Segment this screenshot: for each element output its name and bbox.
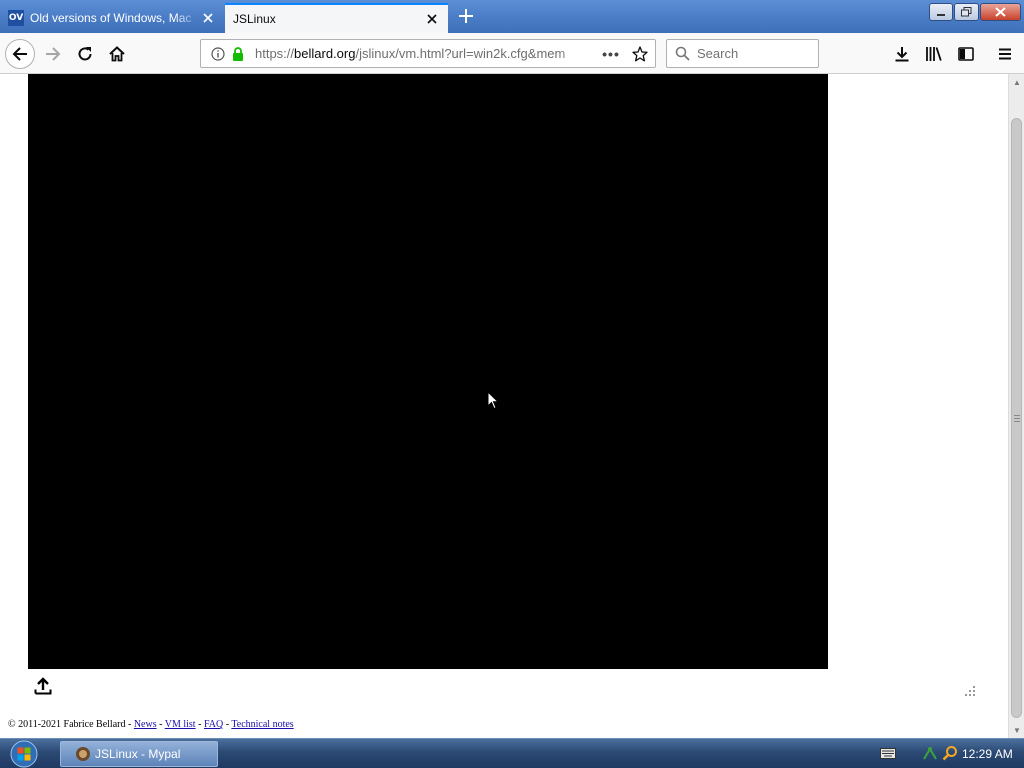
vm-list-link[interactable]: VM list	[165, 719, 196, 730]
upload-icon	[34, 677, 52, 695]
url-path: /jslinux/vm.html?url=win2k.cfg&mem	[355, 46, 566, 61]
info-icon[interactable]	[207, 46, 229, 61]
separator: -	[156, 719, 165, 730]
close-icon	[995, 7, 1006, 17]
page-footer: © 2011-2021 Fabrice Bellard - News - VM …	[8, 719, 294, 730]
search-icon	[667, 46, 697, 61]
upload-file-button[interactable]	[32, 675, 54, 697]
back-arrow-icon	[12, 47, 27, 61]
restore-icon	[961, 7, 972, 17]
network-icon[interactable]	[922, 745, 938, 761]
search-bar[interactable]	[666, 39, 819, 68]
new-tab-button[interactable]	[456, 6, 476, 26]
window-minimize-button[interactable]	[929, 3, 953, 21]
reload-icon	[78, 47, 92, 61]
news-link[interactable]: News	[134, 719, 157, 730]
navigation-toolbar: https://bellard.org/jslinux/vm.html?url=…	[0, 33, 1024, 74]
url-scheme: https://	[255, 46, 295, 61]
url-text[interactable]: https://bellard.org/jslinux/vm.html?url=…	[255, 46, 597, 61]
reload-button[interactable]	[70, 39, 100, 69]
copyright-text: © 2011-2021 Fabrice Bellard -	[8, 719, 134, 730]
url-host: bellard.org	[294, 46, 356, 61]
tab-bar: OV Old versions of Windows, Mac JSLinux	[0, 0, 1024, 33]
tab-title: Old versions of Windows, Mac	[30, 11, 192, 25]
close-tab-icon[interactable]	[200, 10, 216, 26]
technical-notes-link[interactable]: Technical notes	[231, 719, 293, 730]
library-icon	[926, 47, 942, 61]
windows-start-orb-icon	[10, 740, 38, 768]
keyboard-icon[interactable]	[880, 748, 896, 759]
sidebar-button[interactable]	[951, 39, 981, 69]
close-tab-icon[interactable]	[424, 11, 440, 27]
resize-grip-icon[interactable]	[964, 685, 976, 697]
vertical-scrollbar[interactable]: ▲ ▼	[1008, 74, 1024, 738]
minimize-icon	[937, 14, 945, 16]
oldversion-favicon-icon: OV	[8, 10, 24, 26]
page-content: © 2011-2021 Fabrice Bellard - News - VM …	[0, 74, 1008, 738]
plus-icon	[459, 9, 473, 23]
system-clock[interactable]: 12:29 AM	[962, 747, 1013, 761]
home-button[interactable]	[102, 39, 132, 69]
taskbar-item-label: JSLinux - Mypal	[95, 747, 181, 761]
library-button[interactable]	[919, 39, 949, 69]
menu-button[interactable]	[990, 39, 1020, 69]
vm-display-canvas[interactable]	[28, 74, 828, 669]
address-bar[interactable]: https://bellard.org/jslinux/vm.html?url=…	[200, 39, 656, 68]
mypal-browser-icon	[76, 747, 90, 761]
tab-title: JSLinux	[233, 12, 276, 26]
window-close-button[interactable]	[980, 3, 1021, 21]
faq-link[interactable]: FAQ	[204, 719, 223, 730]
start-button[interactable]	[6, 740, 42, 768]
forward-button[interactable]	[38, 39, 68, 69]
forward-arrow-icon	[46, 47, 61, 61]
scrollbar-grip-icon	[1014, 415, 1020, 422]
page-actions-icon[interactable]: •••	[597, 46, 625, 62]
back-button[interactable]	[5, 39, 35, 69]
scroll-up-arrow-icon[interactable]: ▲	[1009, 74, 1024, 90]
search-input[interactable]	[697, 46, 807, 61]
taskbar: JSLinux - Mypal 12:29 AM	[0, 738, 1024, 768]
lock-icon[interactable]	[229, 46, 247, 61]
home-icon	[109, 46, 125, 62]
sidebar-icon	[958, 47, 974, 61]
scrollbar-thumb[interactable]	[1011, 118, 1022, 718]
taskbar-item-jslinux[interactable]: JSLinux - Mypal	[60, 741, 218, 767]
window-restore-button[interactable]	[954, 3, 979, 21]
search-tray-icon[interactable]	[942, 745, 958, 761]
mouse-pointer-icon	[487, 391, 499, 410]
tab-old-versions[interactable]: OV Old versions of Windows, Mac	[0, 3, 224, 33]
tab-jslinux[interactable]: JSLinux	[225, 3, 448, 33]
bookmark-star-icon[interactable]	[625, 45, 655, 62]
hamburger-menu-icon	[999, 48, 1011, 60]
scroll-down-arrow-icon[interactable]: ▼	[1009, 722, 1024, 738]
downloads-button[interactable]	[887, 39, 917, 69]
download-icon	[895, 47, 909, 62]
separator: -	[195, 719, 204, 730]
